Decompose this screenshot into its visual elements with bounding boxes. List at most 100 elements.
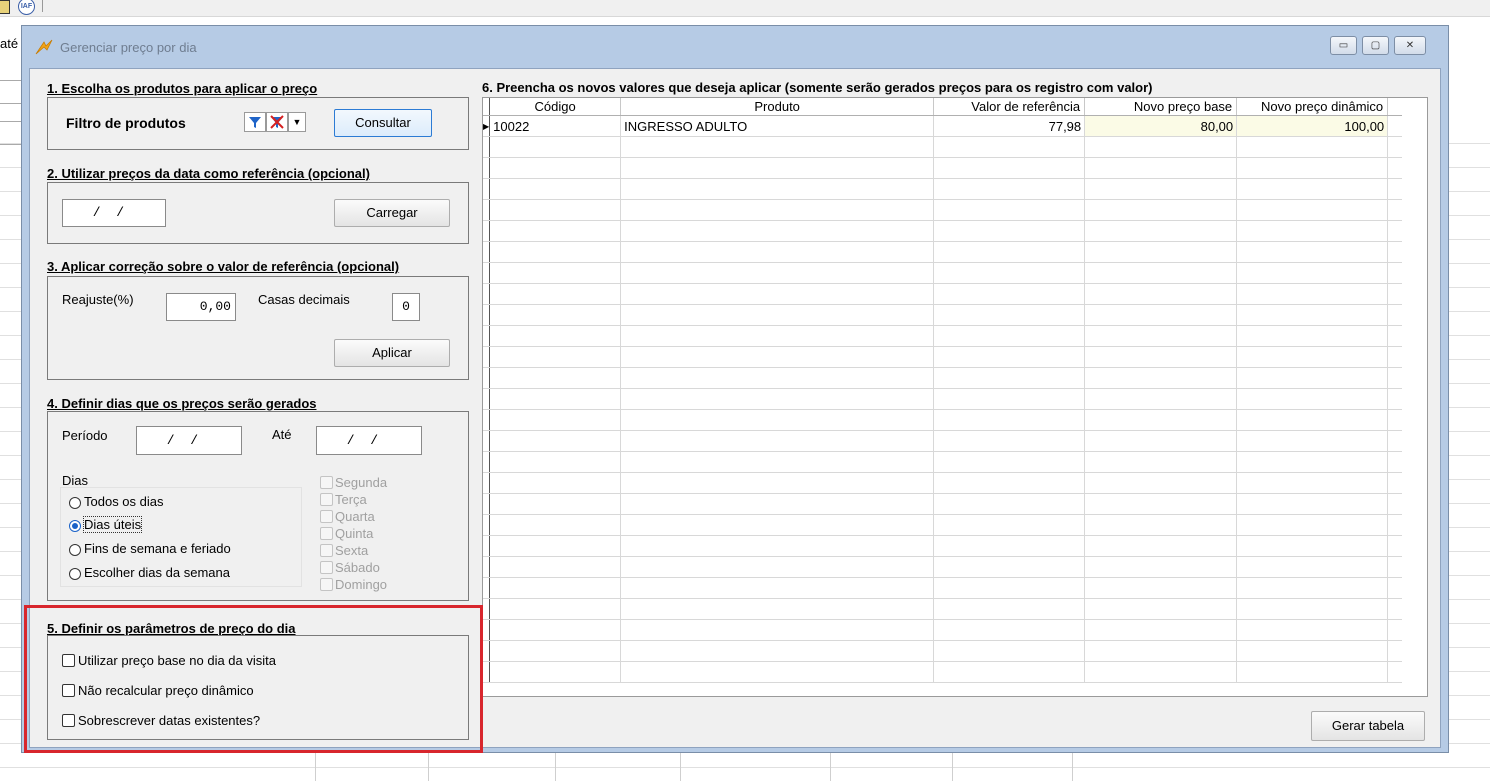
period-from-field[interactable]: / /	[136, 426, 242, 455]
empty-cell[interactable]	[489, 199, 622, 221]
empty-cell[interactable]	[933, 262, 1086, 284]
empty-cell[interactable]	[1236, 514, 1389, 536]
empty-cell[interactable]	[933, 640, 1086, 662]
empty-cell[interactable]	[1236, 241, 1389, 263]
table-row[interactable]: ▶ 10022 INGRESSO ADULTO 77,98 80,00 100,…	[483, 115, 1402, 137]
close-button[interactable]: ✕	[1394, 36, 1426, 55]
empty-cell[interactable]	[933, 199, 1086, 221]
empty-cell[interactable]	[1084, 661, 1238, 683]
empty-cell[interactable]	[1236, 661, 1389, 683]
empty-cell[interactable]	[1084, 451, 1238, 473]
empty-cell[interactable]	[1084, 136, 1238, 158]
table-row-empty[interactable]	[483, 451, 1402, 473]
empty-cell[interactable]	[1236, 619, 1389, 641]
empty-cell[interactable]	[933, 451, 1086, 473]
empty-cell[interactable]	[933, 388, 1086, 410]
table-row-empty[interactable]	[483, 157, 1402, 179]
empty-cell[interactable]	[1084, 304, 1238, 326]
dialog-titlebar[interactable]: Gerenciar preço por dia ▭ ▢ ✕	[22, 26, 1448, 66]
empty-cell[interactable]	[620, 241, 935, 263]
empty-cell[interactable]	[620, 451, 935, 473]
empty-cell[interactable]	[1236, 556, 1389, 578]
table-row-empty[interactable]	[483, 661, 1402, 683]
empty-cell[interactable]	[1084, 514, 1238, 536]
empty-cell[interactable]	[1084, 262, 1238, 284]
column-header-produto[interactable]: Produto	[620, 98, 935, 116]
empty-cell[interactable]	[1236, 577, 1389, 599]
empty-cell[interactable]	[933, 409, 1086, 431]
price-grid[interactable]: Código Produto Valor de referência Novo …	[482, 97, 1428, 697]
checkbox-use-base-price[interactable]	[62, 654, 75, 667]
empty-cell[interactable]	[933, 346, 1086, 368]
empty-cell[interactable]	[620, 178, 935, 200]
empty-cell[interactable]	[1084, 577, 1238, 599]
empty-cell[interactable]	[620, 619, 935, 641]
empty-cell[interactable]	[1084, 640, 1238, 662]
empty-cell[interactable]	[1236, 535, 1389, 557]
empty-cell[interactable]	[1236, 178, 1389, 200]
radio-fins-de-semana[interactable]	[69, 544, 81, 556]
table-row-empty[interactable]	[483, 409, 1402, 431]
table-row-empty[interactable]	[483, 283, 1402, 305]
empty-cell[interactable]	[620, 493, 935, 515]
empty-cell[interactable]	[933, 472, 1086, 494]
empty-cell[interactable]	[489, 388, 622, 410]
empty-cell[interactable]	[1084, 535, 1238, 557]
empty-cell[interactable]	[1084, 367, 1238, 389]
empty-cell[interactable]	[933, 556, 1086, 578]
empty-cell[interactable]	[1236, 220, 1389, 242]
empty-cell[interactable]	[620, 472, 935, 494]
empty-cell[interactable]	[933, 661, 1086, 683]
empty-cell[interactable]	[1084, 556, 1238, 578]
empty-cell[interactable]	[933, 325, 1086, 347]
empty-cell[interactable]	[1236, 304, 1389, 326]
empty-cell[interactable]	[620, 157, 935, 179]
empty-cell[interactable]	[1236, 640, 1389, 662]
empty-cell[interactable]	[1084, 598, 1238, 620]
filter-dropdown-button[interactable]: ▼	[288, 112, 306, 132]
empty-cell[interactable]	[1236, 430, 1389, 452]
table-row-empty[interactable]	[483, 514, 1402, 536]
column-header-codigo[interactable]: Código	[489, 98, 622, 116]
empty-cell[interactable]	[1236, 136, 1389, 158]
empty-cell[interactable]	[620, 136, 935, 158]
empty-cell[interactable]	[933, 178, 1086, 200]
table-row-empty[interactable]	[483, 640, 1402, 662]
empty-cell[interactable]	[489, 661, 622, 683]
table-row-empty[interactable]	[483, 430, 1402, 452]
empty-cell[interactable]	[489, 220, 622, 242]
empty-cell[interactable]	[489, 472, 622, 494]
clear-filter-button[interactable]	[266, 112, 288, 132]
period-to-field[interactable]: / /	[316, 426, 422, 455]
empty-cell[interactable]	[620, 367, 935, 389]
empty-cell[interactable]	[1236, 472, 1389, 494]
empty-cell[interactable]	[620, 661, 935, 683]
maximize-button[interactable]: ▢	[1362, 36, 1389, 55]
empty-cell[interactable]	[933, 577, 1086, 599]
empty-cell[interactable]	[489, 619, 622, 641]
empty-cell[interactable]	[933, 157, 1086, 179]
empty-cell[interactable]	[933, 136, 1086, 158]
table-row-empty[interactable]	[483, 325, 1402, 347]
empty-cell[interactable]	[620, 598, 935, 620]
empty-cell[interactable]	[1236, 283, 1389, 305]
column-header-novo-preco-base[interactable]: Novo preço base	[1084, 98, 1238, 116]
empty-cell[interactable]	[620, 577, 935, 599]
empty-cell[interactable]	[620, 220, 935, 242]
table-row-empty[interactable]	[483, 388, 1402, 410]
consult-button[interactable]: Consultar	[334, 109, 432, 137]
empty-cell[interactable]	[933, 367, 1086, 389]
empty-cell[interactable]	[1236, 157, 1389, 179]
empty-cell[interactable]	[489, 346, 622, 368]
empty-cell[interactable]	[489, 157, 622, 179]
empty-cell[interactable]	[1084, 493, 1238, 515]
empty-cell[interactable]	[1236, 493, 1389, 515]
empty-cell[interactable]	[1084, 430, 1238, 452]
generate-table-button[interactable]: Gerar tabela	[1311, 711, 1425, 741]
empty-cell[interactable]	[489, 136, 622, 158]
table-row-empty[interactable]	[483, 178, 1402, 200]
table-row-empty[interactable]	[483, 199, 1402, 221]
radio-escolher-dias[interactable]	[69, 568, 81, 580]
table-row-empty[interactable]	[483, 619, 1402, 641]
apply-button[interactable]: Aplicar	[334, 339, 450, 367]
